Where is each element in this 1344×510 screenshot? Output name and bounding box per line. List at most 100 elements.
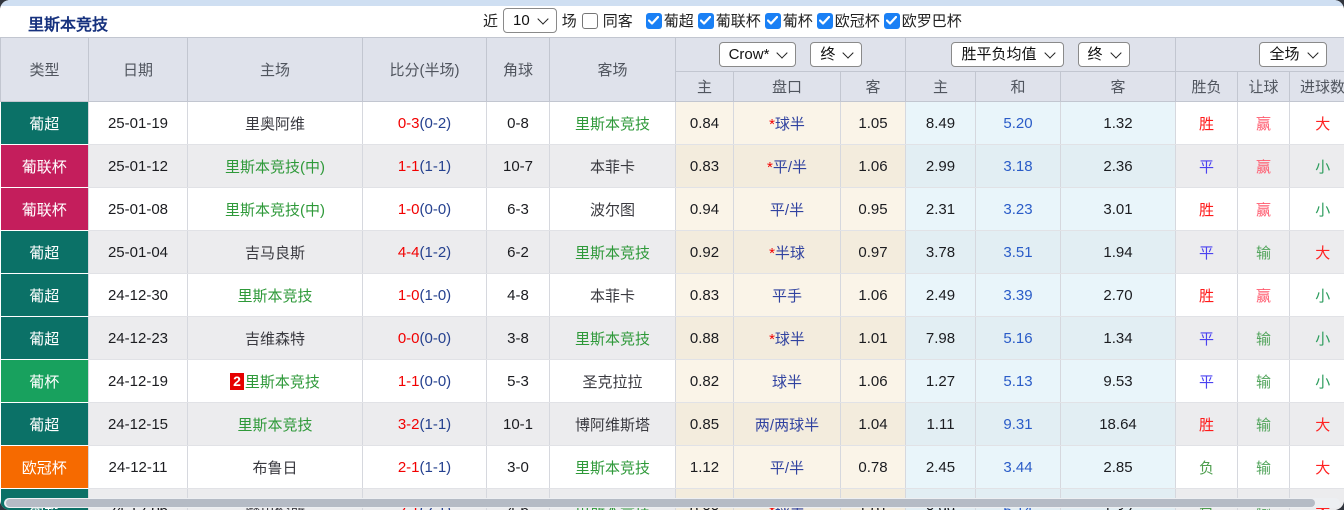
cell-avg-home: 3.78 [905, 230, 976, 274]
cell-corners: 10-7 [486, 144, 550, 188]
cell-handicap-line: 平手 [733, 273, 841, 317]
cell-handicap-line: *球半 [733, 316, 841, 360]
cell-odds-away: 1.05 [840, 101, 906, 145]
cell-odds-home: 0.94 [675, 187, 734, 231]
chevron-down-icon [537, 12, 549, 25]
matches-body: 葡超 25-01-19 里奥阿维 0-3(0-2) 0-8 里斯本竞技 0.84 *球半 1.0… [0, 101, 1344, 510]
odds-company-select[interactable]: Crow* [718, 42, 797, 67]
cell-avg-home: 1.27 [905, 359, 976, 403]
recent-count-value: 10 [513, 12, 530, 29]
average-period-select[interactable]: 终 [1077, 42, 1130, 67]
league-checkbox[interactable] [697, 12, 714, 29]
match-row: 葡联杯 25-01-12 里斯本竞技(中) 1-1(1-1) 10-7 本菲卡 0.83 *平… [0, 144, 1344, 188]
cell-avg-draw: 3.51 [975, 230, 1061, 274]
cell-away-team: 里斯本竞技 [549, 230, 676, 274]
match-row: 葡杯 24-12-19 2 里斯本竞技 1-1(0-0) 5-3 圣克拉拉 0.82 球半 1.0… [0, 359, 1344, 403]
cell-avg-away: 9.53 [1060, 359, 1176, 403]
cell-handicap-result: 赢 [1237, 101, 1290, 145]
league-checkbox[interactable] [764, 12, 781, 29]
cell-odds-away: 1.06 [840, 144, 906, 188]
cell-wdl-result: 平 [1175, 359, 1238, 403]
scope-select[interactable]: 全场 [1259, 42, 1327, 67]
col-home: 主场 [187, 37, 363, 102]
matches-table: 类型 日期 主场 比分(半场) 角球 客场 Crow* 终 胜平负均值 终 全场… [0, 37, 1344, 510]
recent-count-select[interactable]: 10 [503, 8, 557, 33]
cell-away-team: 里斯本竞技 [549, 101, 676, 145]
league-checkbox[interactable] [645, 12, 662, 29]
cell-handicap-result: 输 [1237, 402, 1290, 446]
cell-avg-home: 8.49 [905, 101, 976, 145]
competition-badge: 葡联杯 [0, 187, 89, 231]
cell-date: 25-01-19 [88, 101, 188, 145]
match-row: 欧冠杯 24-12-11 布鲁日 2-1(1-1) 3-0 里斯本竞技 1.12 平/半 0.7… [0, 445, 1344, 489]
league-label: 葡杯 [782, 13, 813, 30]
average-type-select[interactable]: 胜平负均值 [951, 42, 1064, 67]
cell-odds-away: 0.95 [840, 187, 906, 231]
horizontal-scrollbar[interactable] [4, 498, 1340, 508]
cell-away-team: 里斯本竞技 [549, 316, 676, 360]
cell-avg-away: 1.32 [1060, 101, 1176, 145]
cell-score: 1-0(1-0) [362, 273, 487, 317]
cell-goals-result: 大 [1289, 402, 1344, 446]
average-type-value: 胜平负均值 [961, 46, 1037, 63]
cell-handicap-line: *半球 [733, 230, 841, 274]
rank-badge: 2 [230, 372, 244, 390]
cell-handicap-line: *球半 [733, 101, 841, 145]
cell-avg-home: 2.49 [905, 273, 976, 317]
cell-handicap-result: 输 [1237, 316, 1290, 360]
col-date: 日期 [88, 37, 188, 102]
cell-avg-draw: 5.16 [975, 316, 1061, 360]
cell-goals-result: 小 [1289, 187, 1344, 231]
cell-wdl-result: 负 [1175, 445, 1238, 489]
cell-goals-result: 大 [1289, 445, 1344, 489]
competition-badge: 葡超 [0, 402, 89, 446]
cell-handicap-result: 输 [1237, 445, 1290, 489]
cell-home-team: 布鲁日 [187, 445, 363, 489]
check-icon [767, 16, 779, 25]
cell-date: 24-12-11 [88, 445, 188, 489]
col-handicap-line: 盘口 [733, 71, 841, 102]
cell-corners: 3-0 [486, 445, 550, 489]
cell-score: 2-1(1-1) [362, 445, 487, 489]
cell-corners: 5-3 [486, 359, 550, 403]
cell-handicap-result: 赢 [1237, 273, 1290, 317]
cell-odds-away: 0.78 [840, 445, 906, 489]
near-label: 近 [483, 13, 499, 30]
league-checkbox[interactable] [883, 12, 900, 29]
col-type: 类型 [0, 37, 89, 102]
cell-goals-result: 小 [1289, 144, 1344, 188]
cell-avg-draw: 5.13 [975, 359, 1061, 403]
cell-handicap-line: 球半 [733, 359, 841, 403]
cell-odds-home: 1.12 [675, 445, 734, 489]
competition-badge: 葡超 [0, 230, 89, 274]
cell-goals-result: 小 [1289, 273, 1344, 317]
games-label: 场 [561, 13, 577, 30]
cell-home-team: 里斯本竞技(中) [187, 187, 363, 231]
cell-score: 0-3(0-2) [362, 101, 487, 145]
cell-score: 4-4(1-2) [362, 230, 487, 274]
league-checkbox[interactable] [816, 12, 833, 29]
result-scope-group: 全场 [1175, 37, 1344, 72]
odds-period-select[interactable]: 终 [810, 42, 863, 67]
same-away-checkbox[interactable] [581, 12, 598, 29]
cell-away-team: 本菲卡 [549, 144, 676, 188]
cell-date: 24-12-23 [88, 316, 188, 360]
check-icon [700, 16, 712, 25]
cell-goals-result: 小 [1289, 316, 1344, 360]
col-avg-away: 客 [1060, 71, 1176, 102]
cell-wdl-result: 平 [1175, 230, 1238, 274]
cell-corners: 0-8 [486, 101, 550, 145]
cell-handicap-line: 平/半 [733, 187, 841, 231]
cell-handicap-line: 平/半 [733, 445, 841, 489]
cell-avg-away: 2.85 [1060, 445, 1176, 489]
cell-date: 24-12-19 [88, 359, 188, 403]
cell-avg-home: 1.11 [905, 402, 976, 446]
same-away-label: 同客 [602, 13, 633, 30]
scrollbar-thumb[interactable] [6, 499, 1316, 507]
competition-badge: 葡超 [0, 101, 89, 145]
cell-score: 0-0(0-0) [362, 316, 487, 360]
cell-date: 24-12-30 [88, 273, 188, 317]
col-wdl: 胜负 [1175, 71, 1238, 102]
cell-corners: 10-1 [486, 402, 550, 446]
cell-avg-draw: 5.20 [975, 101, 1061, 145]
